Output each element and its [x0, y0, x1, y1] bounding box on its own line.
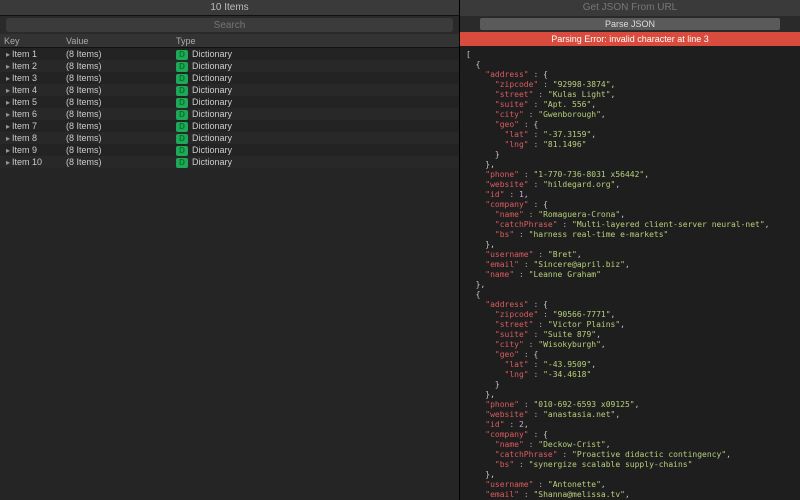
row-type: Dictionary [192, 109, 232, 119]
type-badge-icon: D [176, 62, 188, 72]
json-text-view[interactable]: [ { "address" : { "zipcode" : "92998-387… [460, 46, 800, 500]
row-type: Dictionary [192, 133, 232, 143]
row-key: Item 3 [12, 73, 37, 83]
table-row[interactable]: ▸Item 9(8 Items)DDictionary [0, 144, 459, 156]
row-value: (8 Items) [64, 156, 174, 168]
table-row[interactable]: ▸Item 6(8 Items)DDictionary [0, 108, 459, 120]
type-badge-icon: D [176, 134, 188, 144]
row-key: Item 10 [12, 157, 42, 167]
search-bar [0, 16, 459, 34]
header-key[interactable]: Key [0, 34, 64, 47]
table-row[interactable]: ▸Item 2(8 Items)DDictionary [0, 60, 459, 72]
parse-button-row: Parse JSON [460, 16, 800, 32]
row-type: Dictionary [192, 121, 232, 131]
row-value: (8 Items) [64, 84, 174, 96]
row-key: Item 4 [12, 85, 37, 95]
table-row[interactable]: ▸Item 5(8 Items)DDictionary [0, 96, 459, 108]
row-type: Dictionary [192, 49, 232, 59]
row-value: (8 Items) [64, 96, 174, 108]
row-key: Item 1 [12, 49, 37, 59]
column-headers: Key Value Type [0, 34, 459, 48]
table-row[interactable]: ▸Item 10 (8 Items)D Dictionary [0, 156, 459, 168]
error-bar: Parsing Error: invalid character at line… [460, 32, 800, 46]
row-type: Dictionary [192, 145, 232, 155]
parse-json-button[interactable]: Parse JSON [480, 18, 780, 30]
row-value: (8 Items) [64, 108, 174, 120]
right-pane: Get JSON From URL Parse JSON Parsing Err… [460, 0, 800, 500]
table-row[interactable]: ▸Item 3(8 Items)DDictionary [0, 72, 459, 84]
row-value: (8 Items) [64, 120, 174, 132]
type-badge-icon: D [176, 98, 188, 108]
row-type: Dictionary [192, 97, 232, 107]
url-input-placeholder[interactable]: Get JSON From URL [460, 0, 800, 16]
header-value[interactable]: Value [64, 34, 174, 47]
type-badge-icon: D [176, 50, 188, 60]
type-badge-icon: D [176, 158, 188, 168]
header-type[interactable]: Type [174, 34, 459, 47]
row-type: Dictionary [192, 157, 232, 167]
row-value: (8 Items) [64, 132, 174, 144]
row-key: Item 8 [12, 133, 37, 143]
item-count-title: 10 Items [0, 0, 459, 16]
row-value: (8 Items) [64, 144, 174, 156]
table-row[interactable]: ▸Item 4(8 Items)DDictionary [0, 84, 459, 96]
left-pane: 10 Items Key Value Type ▸ Item 1 (8 Items)… [0, 0, 460, 500]
row-key: Item 6 [12, 109, 37, 119]
disclosure-triangle-icon[interactable]: ▸ [4, 157, 12, 169]
type-badge-icon: D [176, 74, 188, 84]
search-input[interactable] [6, 18, 453, 32]
type-badge-icon: D [176, 86, 188, 96]
item-tree[interactable]: ▸Item 1(8 Items)DDictionary▸Item 2(8 Ite… [0, 48, 459, 500]
row-key: Item 9 [12, 145, 37, 155]
row-value: (8 Items) [64, 60, 174, 72]
row-key: Item 5 [12, 97, 37, 107]
type-badge-icon: D [176, 110, 188, 120]
row-key: Item 7 [12, 121, 37, 131]
row-key: Item 2 [12, 61, 37, 71]
type-badge-icon: D [176, 122, 188, 132]
table-row[interactable]: ▸Item 8(8 Items)DDictionary [0, 132, 459, 144]
row-type: Dictionary [192, 61, 232, 71]
table-row[interactable]: ▸Item 1(8 Items)DDictionary [0, 48, 459, 60]
row-type: Dictionary [192, 73, 232, 83]
row-value: (8 Items) [64, 48, 174, 60]
row-type: Dictionary [192, 85, 232, 95]
table-row[interactable]: ▸Item 7(8 Items)DDictionary [0, 120, 459, 132]
type-badge-icon: D [176, 146, 188, 156]
row-value: (8 Items) [64, 72, 174, 84]
